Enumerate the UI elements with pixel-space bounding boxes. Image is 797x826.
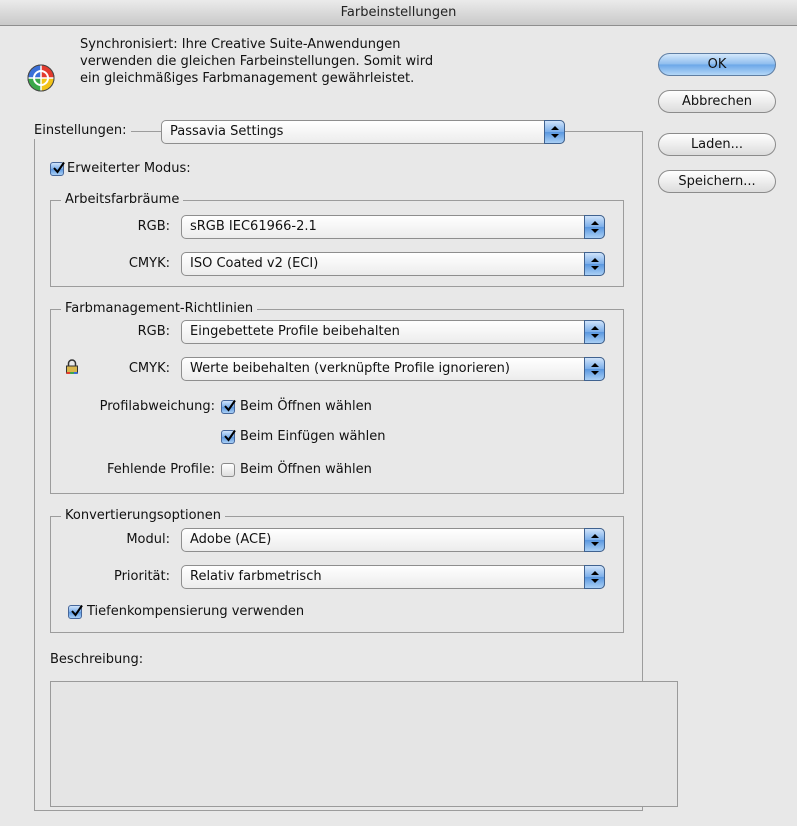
bpc-label: Tiefenkompensierung verwenden [87,604,305,619]
engine-label: Modul: [126,532,170,547]
select-arrows-icon [584,528,605,552]
conversion-title: Konvertierungsoptionen [61,508,226,524]
policies-title: Farbmanagement-Richtlinien [61,301,258,317]
sync-line-3: ein gleichmäßiges Farbmanagement gewährl… [80,71,415,86]
mismatch-paste-label: Beim Einfügen wählen [240,429,386,444]
settings-select[interactable]: Passavia Settings [161,120,565,144]
save-button[interactable]: Speichern... [658,170,776,193]
lock-icon [65,359,79,375]
sync-line-2: verwenden die gleichen Farbeinstellungen… [80,54,434,69]
select-arrows-icon [544,120,565,144]
mismatch-label: Profilabweichung: [99,399,215,414]
select-arrows-icon [584,565,605,589]
policy-cmyk-label: CMYK: [128,361,170,376]
sync-status-text: Synchronisiert: Ihre Creative Suite-Anwe… [80,36,540,87]
ok-button[interactable]: OK [658,53,776,76]
engine-select[interactable]: Adobe (ACE) [181,528,605,552]
policy-rgb-label: RGB: [137,324,170,339]
working-spaces-title: Arbeitsfarbräume [61,192,184,208]
missing-open-checkbox[interactable] [221,463,235,477]
policy-rgb-select[interactable]: Eingebettete Profile beibehalten [181,320,605,344]
advanced-mode-checkbox[interactable] [50,161,65,176]
intent-label: Priorität: [113,569,170,584]
advanced-mode-label: Erweiterter Modus: [67,161,191,176]
ws-rgb-label: RGB: [137,219,170,234]
select-arrows-icon [584,357,605,381]
ws-cmyk-label: CMYK: [128,256,170,271]
settings-label: Einstellungen: [30,123,131,139]
policy-rgb-value: Eingebettete Profile beibehalten [190,324,400,339]
description-text [51,682,677,694]
description-label: Beschreibung: [50,652,144,667]
ws-rgb-value: sRGB IEC61966-2.1 [190,219,317,234]
mismatch-paste-checkbox[interactable] [221,429,236,444]
window-title: Farbeinstellungen [0,0,797,26]
bpc-checkbox[interactable] [68,604,83,619]
color-wheel-icon [26,63,56,93]
mismatch-open-checkbox[interactable] [221,399,236,414]
policy-cmyk-value: Werte beibehalten (verknüpfte Profile ig… [190,361,510,376]
ws-rgb-select[interactable]: sRGB IEC61966-2.1 [181,215,605,239]
intent-value: Relativ farbmetrisch [190,569,322,584]
load-button[interactable]: Laden... [658,133,776,156]
engine-value: Adobe (ACE) [190,532,272,547]
intent-select[interactable]: Relativ farbmetrisch [181,565,605,589]
missing-profiles-label: Fehlende Profile: [106,462,215,477]
settings-select-value: Passavia Settings [170,124,284,139]
select-arrows-icon [584,215,605,239]
ws-cmyk-value: ISO Coated v2 (ECI) [190,256,319,271]
mismatch-open-label: Beim Öffnen wählen [240,399,372,414]
description-box [50,681,678,807]
cancel-button[interactable]: Abbrechen [658,90,776,113]
select-arrows-icon [584,320,605,344]
ws-cmyk-select[interactable]: ISO Coated v2 (ECI) [181,252,605,276]
sync-line-1: Synchronisiert: Ihre Creative Suite-Anwe… [80,37,401,52]
select-arrows-icon [584,252,605,276]
policy-cmyk-select[interactable]: Werte beibehalten (verknüpfte Profile ig… [181,357,605,381]
missing-open-label: Beim Öffnen wählen [240,462,372,477]
